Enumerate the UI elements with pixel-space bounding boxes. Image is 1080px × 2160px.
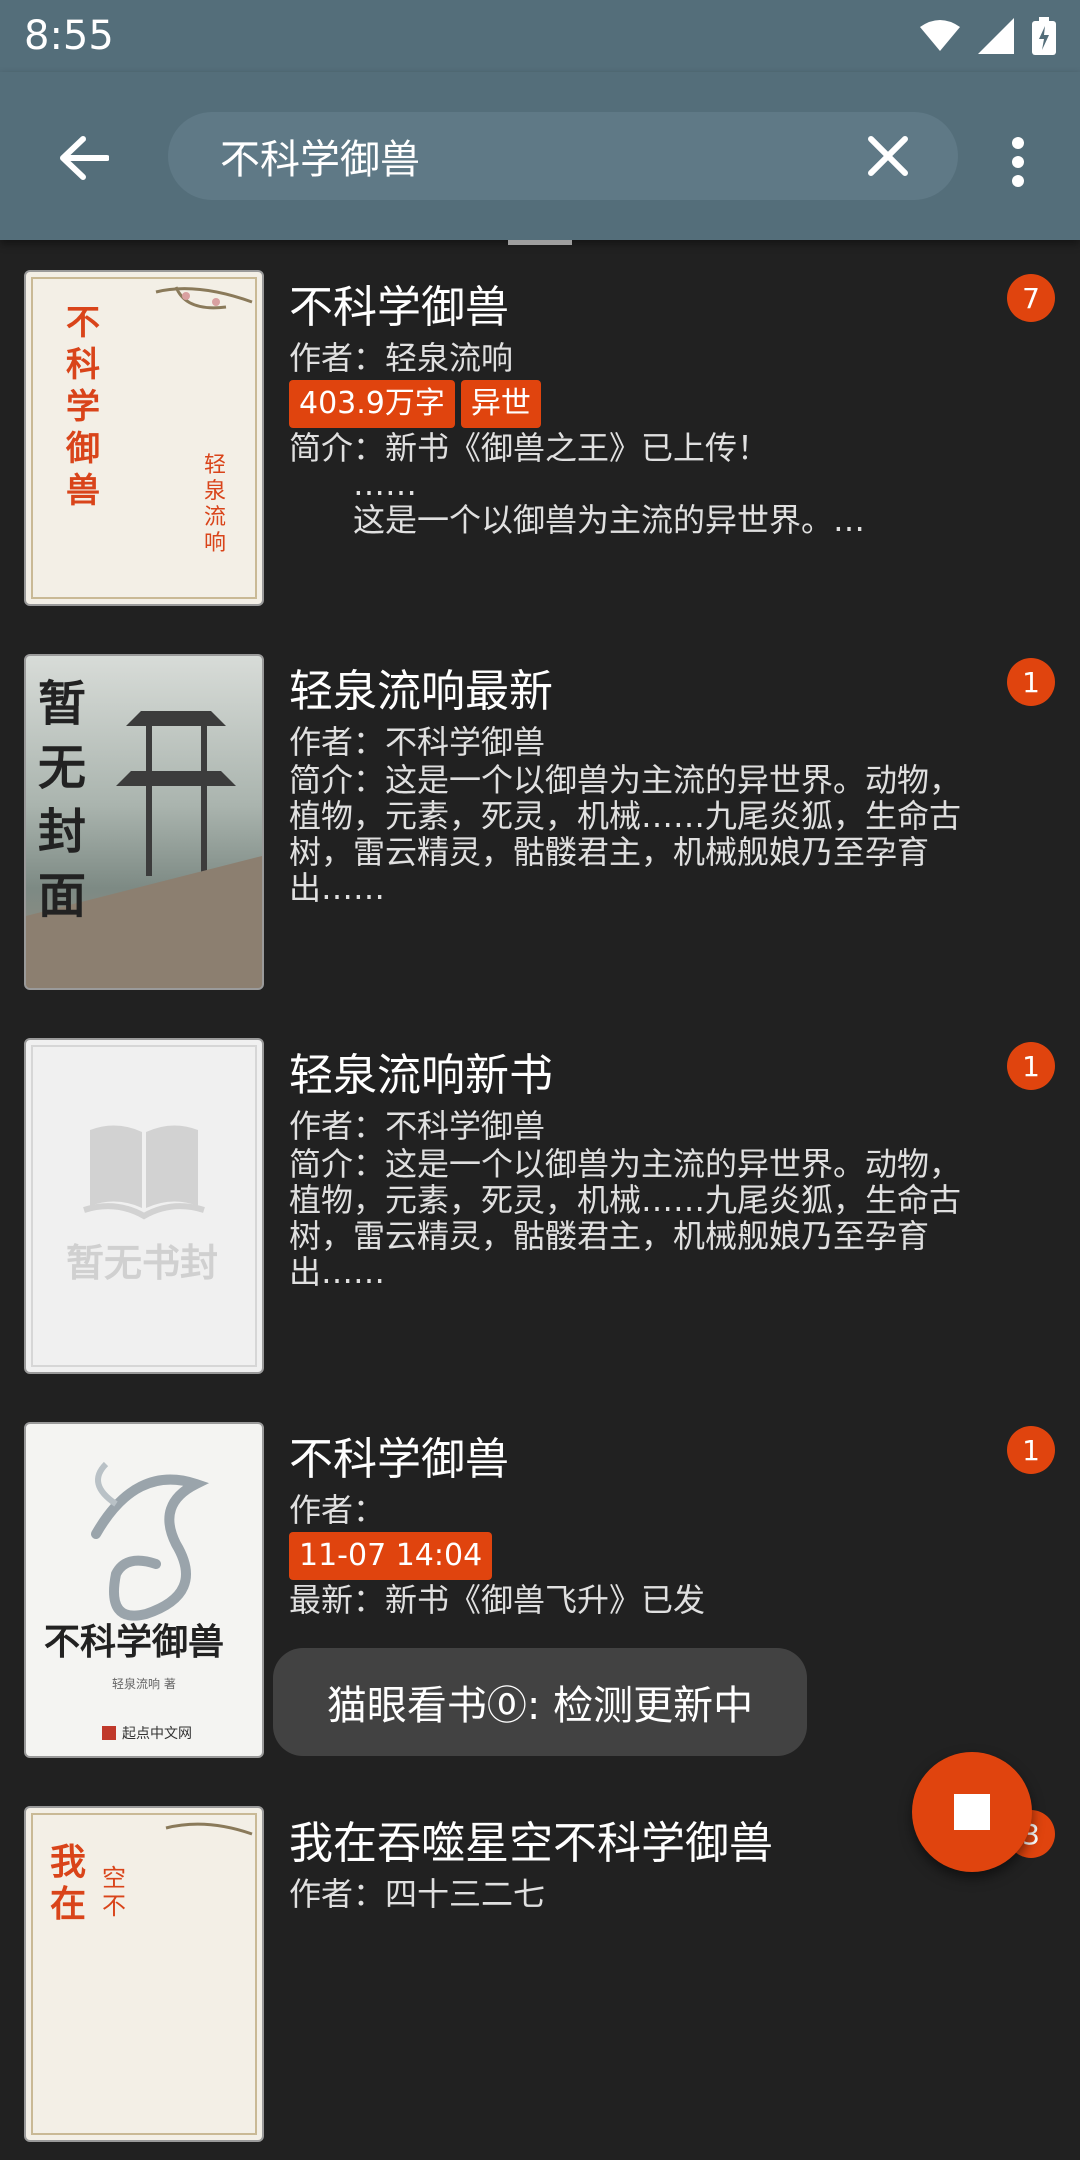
svg-text:不: 不 <box>102 1892 126 1920</box>
search-box[interactable] <box>168 112 958 200</box>
book-title: 我在吞噬星空不科学御兽 <box>289 1818 773 1869</box>
svg-text:兽: 兽 <box>66 471 100 511</box>
book-info: 我在吞噬星空不科学御兽 作者：四十三二七 <box>289 1806 989 1914</box>
search-toolbar <box>0 72 1080 240</box>
svg-text:我: 我 <box>50 1842 86 1883</box>
search-input[interactable] <box>218 132 782 180</box>
svg-text:不: 不 <box>66 303 100 343</box>
cover-art: 不科学御兽 轻泉流响 著 起点中文网 <box>44 1461 224 1742</box>
cover-art: 我 在 空 不 <box>31 1813 257 2135</box>
book-cover: 我 在 空 不 <box>24 1806 264 2142</box>
svg-text:科: 科 <box>66 345 100 385</box>
svg-text:无: 无 <box>38 740 86 796</box>
svg-text:响: 响 <box>204 531 226 556</box>
system-icons <box>920 17 1056 55</box>
book-latest-chapter: 最新：新书《御兽飞升》已发 <box>289 1581 706 1619</box>
source-count-badge: 7 <box>1007 274 1055 322</box>
signal-icon <box>978 18 1014 54</box>
book-title: 不科学御兽 <box>289 282 509 333</box>
book-author: 作者：不科学御兽 <box>289 1107 546 1145</box>
svg-text:不科学御兽: 不科学御兽 <box>44 1621 224 1663</box>
list-item[interactable]: 暂 无 封 面 轻泉流响最新 作者：不科学御兽 简介：这是一个以御兽为主流的异世… <box>0 624 1080 1008</box>
wifi-icon <box>920 20 960 51</box>
svg-text:空: 空 <box>102 1864 126 1892</box>
svg-text:流: 流 <box>204 505 226 530</box>
close-icon <box>868 136 908 176</box>
book-author: 作者：轻泉流响 <box>289 339 514 377</box>
book-info: 轻泉流响新书 作者：不科学御兽 简介：这是一个以御兽为主流的异世界。动物，植物，… <box>289 1038 989 1290</box>
book-cover: 不科学御兽 轻泉流响 著 起点中文网 <box>24 1422 264 1758</box>
book-info: 不科学御兽 作者： 11-07 14:04 最新：新书《御兽飞升》已发 <box>289 1422 989 1618</box>
book-title: 轻泉流响新书 <box>289 1050 553 1101</box>
more-options-button[interactable] <box>988 122 1048 202</box>
stop-search-button[interactable] <box>912 1752 1032 1872</box>
book-cover: 暂 无 封 面 <box>24 654 264 990</box>
source-count-badge: 1 <box>1007 658 1055 706</box>
book-tags: 11-07 14:04 <box>289 1532 989 1580</box>
book-description: 简介：这是一个以御兽为主流的异世界。动物，植物，元素，死灵，机械……九尾炎狐，生… <box>289 1145 962 1291</box>
svg-text:在: 在 <box>50 1884 86 1925</box>
book-description: 简介：这是一个以御兽为主流的异世界。动物，植物，元素，死灵，机械……九尾炎狐，生… <box>289 761 962 907</box>
toast-message: 猫眼看书⓪: 检测更新中 <box>273 1648 807 1756</box>
book-info: 不科学御兽 作者：轻泉流响 403.9万字 异世 简介：新书《御兽之王》已上传！… <box>289 270 989 538</box>
svg-text:泉: 泉 <box>204 479 226 504</box>
book-cover: 不 科 学 御 兽 轻 泉 流 响 <box>24 270 264 606</box>
book-info: 轻泉流响最新 作者：不科学御兽 简介：这是一个以御兽为主流的异世界。动物，植物，… <box>289 654 989 906</box>
cover-art: 暂 无 封 面 <box>26 676 262 988</box>
svg-text:暂无书封: 暂无书封 <box>66 1241 218 1285</box>
back-button[interactable] <box>44 118 124 198</box>
book-cover: 暂无书封 <box>24 1038 264 1374</box>
book-tags: 403.9万字 异世 <box>289 380 989 428</box>
word-count-tag: 403.9万字 <box>289 380 455 428</box>
cover-art: 不 科 学 御 兽 轻 泉 流 响 <box>31 277 257 599</box>
book-title: 轻泉流响最新 <box>289 666 553 717</box>
svg-text:轻泉流响 著: 轻泉流响 著 <box>112 1676 176 1691</box>
book-description: 简介：新书《御兽之王》已上传！ …… 这是一个以御兽为主流的异世界。… <box>289 429 866 539</box>
svg-text:学: 学 <box>66 387 100 427</box>
svg-text:封: 封 <box>38 804 86 860</box>
book-author: 作者： <box>289 1491 386 1529</box>
more-vert-icon <box>1012 137 1024 187</box>
svg-text:起点中文网: 起点中文网 <box>122 1726 192 1742</box>
list-item[interactable]: 不 科 学 御 兽 轻 泉 流 响 不科学御兽 作者：轻泉流响 403.9万字 … <box>0 240 1080 624</box>
book-author: 作者：不科学御兽 <box>289 723 546 761</box>
update-time-tag: 11-07 14:04 <box>289 1532 493 1580</box>
search-results-list: 不 科 学 御 兽 轻 泉 流 响 不科学御兽 作者：轻泉流响 403.9万字 … <box>0 240 1080 2160</box>
status-bar: 8:55 <box>0 0 1080 72</box>
list-item[interactable]: 暂无书封 轻泉流响新书 作者：不科学御兽 简介：这是一个以御兽为主流的异世界。动… <box>0 1008 1080 1392</box>
svg-text:御: 御 <box>65 429 100 469</box>
book-author: 作者：四十三二七 <box>289 1875 546 1913</box>
battery-icon <box>1032 17 1056 55</box>
status-time: 8:55 <box>24 13 114 59</box>
cover-art: 暂无书封 <box>31 1045 257 1367</box>
svg-text:暂: 暂 <box>38 676 86 732</box>
source-count-badge: 1 <box>1007 1426 1055 1474</box>
stop-icon <box>954 1794 990 1830</box>
source-count-badge: 1 <box>1007 1042 1055 1090</box>
svg-text:面: 面 <box>38 868 86 924</box>
clear-search-button[interactable] <box>858 126 918 186</box>
svg-text:轻: 轻 <box>204 453 226 478</box>
arrow-back-icon <box>60 136 109 180</box>
genre-tag: 异世 <box>460 380 541 428</box>
book-title: 不科学御兽 <box>289 1434 509 1485</box>
